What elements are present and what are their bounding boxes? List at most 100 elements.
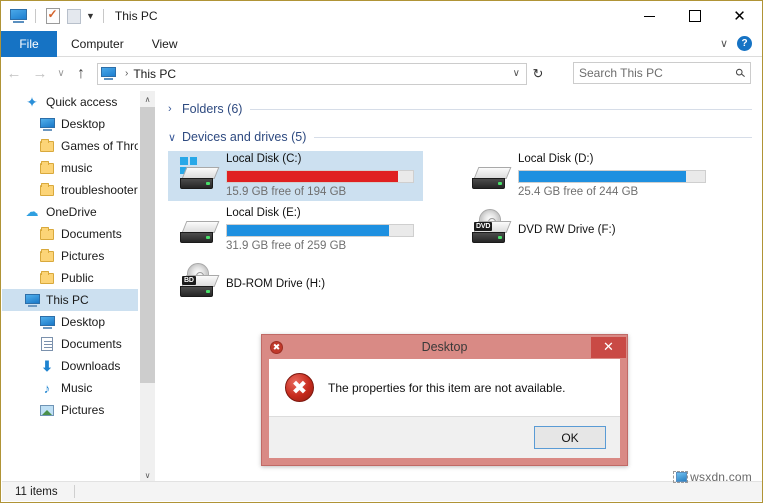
drive-icon: DVD (468, 209, 514, 251)
address-bar[interactable]: › This PC ∨ (97, 62, 527, 85)
chevron-down-icon[interactable]: ∨ (720, 37, 728, 50)
sidebar-item-documents[interactable]: Documents (2, 333, 138, 355)
capacity-bar (226, 224, 414, 237)
search-placeholder: Search This PC (579, 66, 663, 80)
sidebar-item-onedrive[interactable]: ☁ OneDrive (2, 201, 138, 223)
minimize-button[interactable] (627, 1, 672, 31)
pictures-icon (39, 402, 55, 418)
group-label: Devices and drives (5) (182, 130, 307, 144)
watermark-icon (673, 471, 689, 483)
drive-capacity-text: 31.9 GB free of 259 GB (226, 240, 347, 252)
sidebar-item-this-pc[interactable]: This PC (2, 289, 138, 311)
cloud-icon: ☁ (24, 204, 40, 220)
documents-icon (41, 337, 53, 351)
new-folder-icon[interactable] (63, 6, 84, 27)
back-button[interactable]: ← (1, 61, 27, 87)
quick-access-toolbar: ▼ This PC (1, 6, 158, 27)
sidebar-item-music[interactable]: ♪ Music (2, 377, 138, 399)
star-icon: ✦ (26, 93, 38, 110)
error-icon: ✖ (285, 373, 314, 402)
ribbon-right-controls: ∨ ? (720, 31, 762, 56)
refresh-button[interactable]: ↻ (527, 63, 549, 85)
scrollbar-thumb[interactable] (140, 107, 155, 383)
group-header-folders[interactable]: › Folders (6) (156, 99, 762, 119)
group-header-devices[interactable]: ∨ Devices and drives (5) (156, 127, 762, 147)
drive-info: Local Disk (D:) 25.4 GB free of 244 GB (518, 152, 708, 200)
drive-tile[interactable]: DVD DVD RW Drive (F:) (460, 205, 715, 255)
watermark: wsxdn.com (673, 470, 752, 484)
properties-icon[interactable] (42, 6, 63, 27)
folder-icon (39, 160, 55, 176)
dialog-message: The properties for this item are not ava… (328, 380, 566, 395)
sidebar-item-downloads[interactable]: ⬇ Downloads (2, 355, 138, 377)
tab-computer[interactable]: Computer (57, 31, 138, 57)
drive-icon: BD (176, 263, 222, 305)
divider (35, 9, 36, 23)
sidebar-item-quick-access[interactable]: ✦ Quick access (2, 91, 138, 113)
breadcrumb[interactable]: This PC (133, 67, 176, 81)
drive-tile[interactable]: Local Disk (C:) 15.9 GB free of 194 GB (168, 151, 423, 201)
sidebar-item-desktop[interactable]: Desktop (2, 113, 138, 135)
sidebar-item-label: music (61, 161, 93, 175)
drive-tile[interactable]: Local Disk (D:) 25.4 GB free of 244 GB (460, 151, 715, 201)
sidebar-item-public[interactable]: Public (2, 267, 138, 289)
chevron-down-icon[interactable]: ∨ (513, 68, 523, 79)
sidebar-item-music[interactable]: music (2, 157, 138, 179)
folder-icon (39, 182, 55, 198)
disc-type-label: BD (182, 276, 196, 285)
folder-icon (40, 248, 54, 262)
search-input[interactable]: Search This PC ⚲ (573, 62, 751, 84)
sidebar-item-label: Pictures (61, 249, 105, 263)
drive-icon (176, 209, 222, 251)
drive-tile[interactable]: BD BD-ROM Drive (H:) (168, 259, 423, 309)
drive-info: Local Disk (C:) 15.9 GB free of 194 GB (226, 152, 416, 200)
folder-icon (39, 270, 55, 286)
monitor-icon (39, 315, 55, 329)
help-icon[interactable]: ? (737, 36, 752, 51)
recent-locations-button[interactable]: ∨ (53, 61, 69, 87)
maximize-button[interactable] (672, 1, 717, 31)
this-pc-icon (101, 67, 116, 80)
sidebar-item-pictures[interactable]: Pictures (2, 245, 138, 267)
window-title: This PC (114, 9, 158, 23)
sidebar-item-label: Public (61, 271, 94, 285)
drive-name: Local Disk (E:) (226, 207, 301, 219)
chevron-right-icon[interactable]: › (168, 103, 182, 115)
sidebar-item-troubleshooter[interactable]: troubleshooter (2, 179, 138, 201)
folder-icon (39, 248, 55, 264)
drive-capacity-text: 25.4 GB free of 244 GB (518, 186, 639, 198)
monitor-icon (24, 293, 40, 307)
sidebar-item-documents[interactable]: Documents (2, 223, 138, 245)
up-button[interactable]: ↑ (69, 61, 93, 87)
divider (73, 485, 75, 498)
drive-name: DVD RW Drive (F:) (518, 224, 616, 236)
customize-chevron-icon[interactable]: ▼ (84, 11, 97, 21)
scroll-up-icon[interactable]: ∧ (140, 91, 155, 107)
error-dialog: ✖ Desktop ✕ ✖ The properties for this it… (261, 334, 628, 466)
forward-button[interactable]: → (27, 61, 53, 87)
sidebar-item-pictures[interactable]: Pictures (2, 399, 138, 421)
music-note-icon: ♪ (43, 380, 51, 396)
drive-info: BD-ROM Drive (H:) (226, 278, 416, 290)
tab-file[interactable]: File (1, 31, 57, 57)
navigation-scrollbar[interactable]: ∧ ∨ (140, 91, 155, 483)
title-bar: ▼ This PC ✕ (1, 1, 762, 31)
ok-button[interactable]: OK (534, 426, 606, 449)
sidebar-item-games-of-thron[interactable]: Games of Thron (2, 135, 138, 157)
search-icon[interactable]: ⚲ (732, 65, 748, 81)
sidebar-item-label: Documents (61, 337, 122, 351)
this-pc-icon[interactable] (8, 6, 29, 27)
folder-icon (40, 138, 54, 152)
sidebar-item-label: Games of Thron (61, 139, 138, 153)
drive-icon (176, 155, 222, 197)
music-note-icon: ♪ (39, 380, 55, 396)
sidebar-item-label: troubleshooter (61, 183, 138, 197)
close-button[interactable]: ✕ (717, 1, 762, 31)
sidebar-item-desktop[interactable]: Desktop (2, 311, 138, 333)
drive-name: Local Disk (D:) (518, 153, 594, 165)
divider (250, 108, 752, 110)
download-arrow-icon: ⬇ (41, 357, 53, 374)
chevron-down-icon[interactable]: ∨ (168, 131, 182, 144)
tab-view[interactable]: View (138, 31, 192, 57)
drive-tile[interactable]: Local Disk (E:) 31.9 GB free of 259 GB (168, 205, 423, 255)
